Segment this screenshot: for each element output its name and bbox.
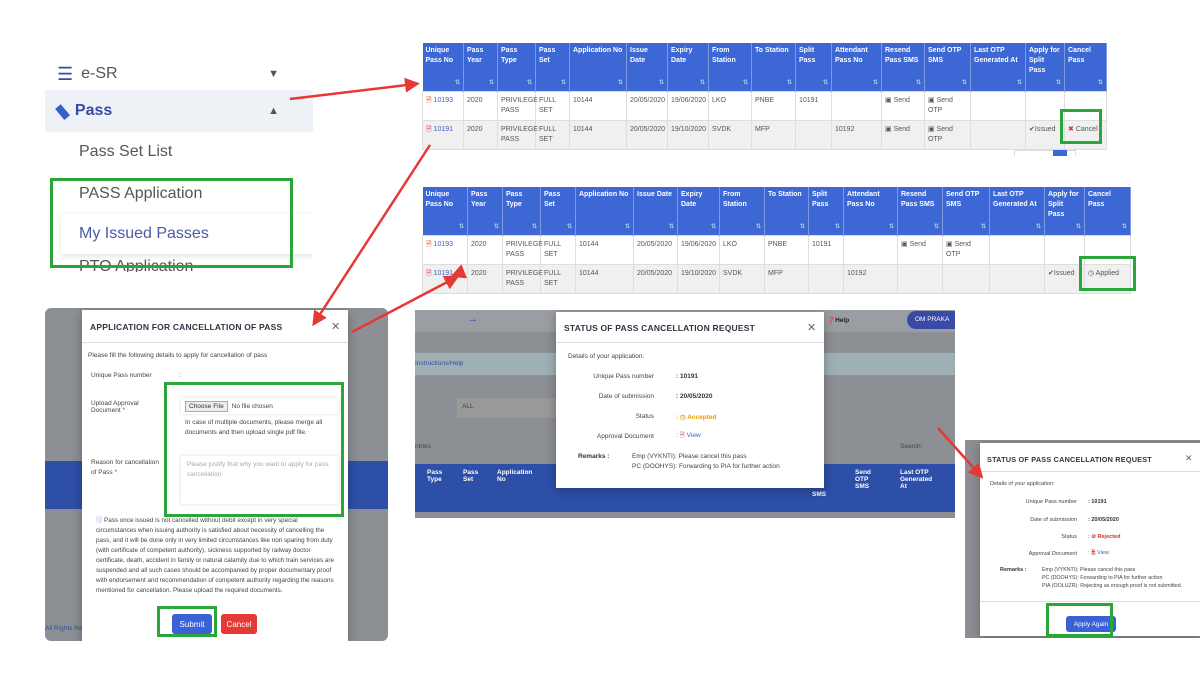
arrow-menu-to-table xyxy=(289,77,420,101)
flow-arrows xyxy=(289,77,984,479)
arrow-form-to-applied xyxy=(351,275,460,334)
arrow-to-applied-table xyxy=(450,264,468,279)
arrow-table-to-form xyxy=(312,144,432,327)
arrow-to-rejected xyxy=(937,427,984,479)
